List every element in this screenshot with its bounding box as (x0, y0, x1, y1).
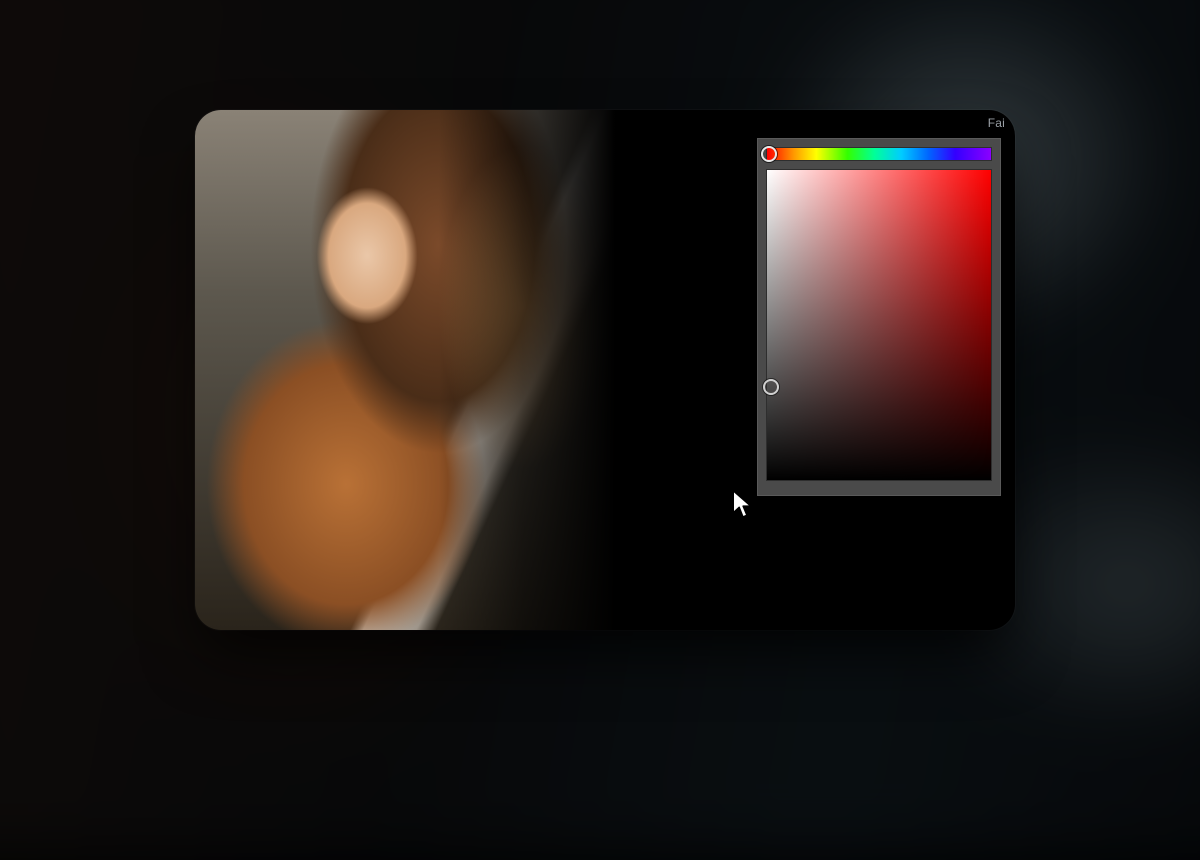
app-window: Fai (195, 110, 1015, 630)
saturation-value-field[interactable] (766, 169, 992, 481)
canvas-image[interactable] (195, 110, 615, 630)
mouse-cursor-icon (732, 490, 754, 520)
header-label: Fai (988, 116, 1005, 130)
hue-slider[interactable] (766, 147, 992, 161)
sv-field-handle[interactable] (763, 379, 779, 395)
hue-slider-handle[interactable] (761, 146, 777, 162)
color-picker-panel (757, 138, 1001, 496)
